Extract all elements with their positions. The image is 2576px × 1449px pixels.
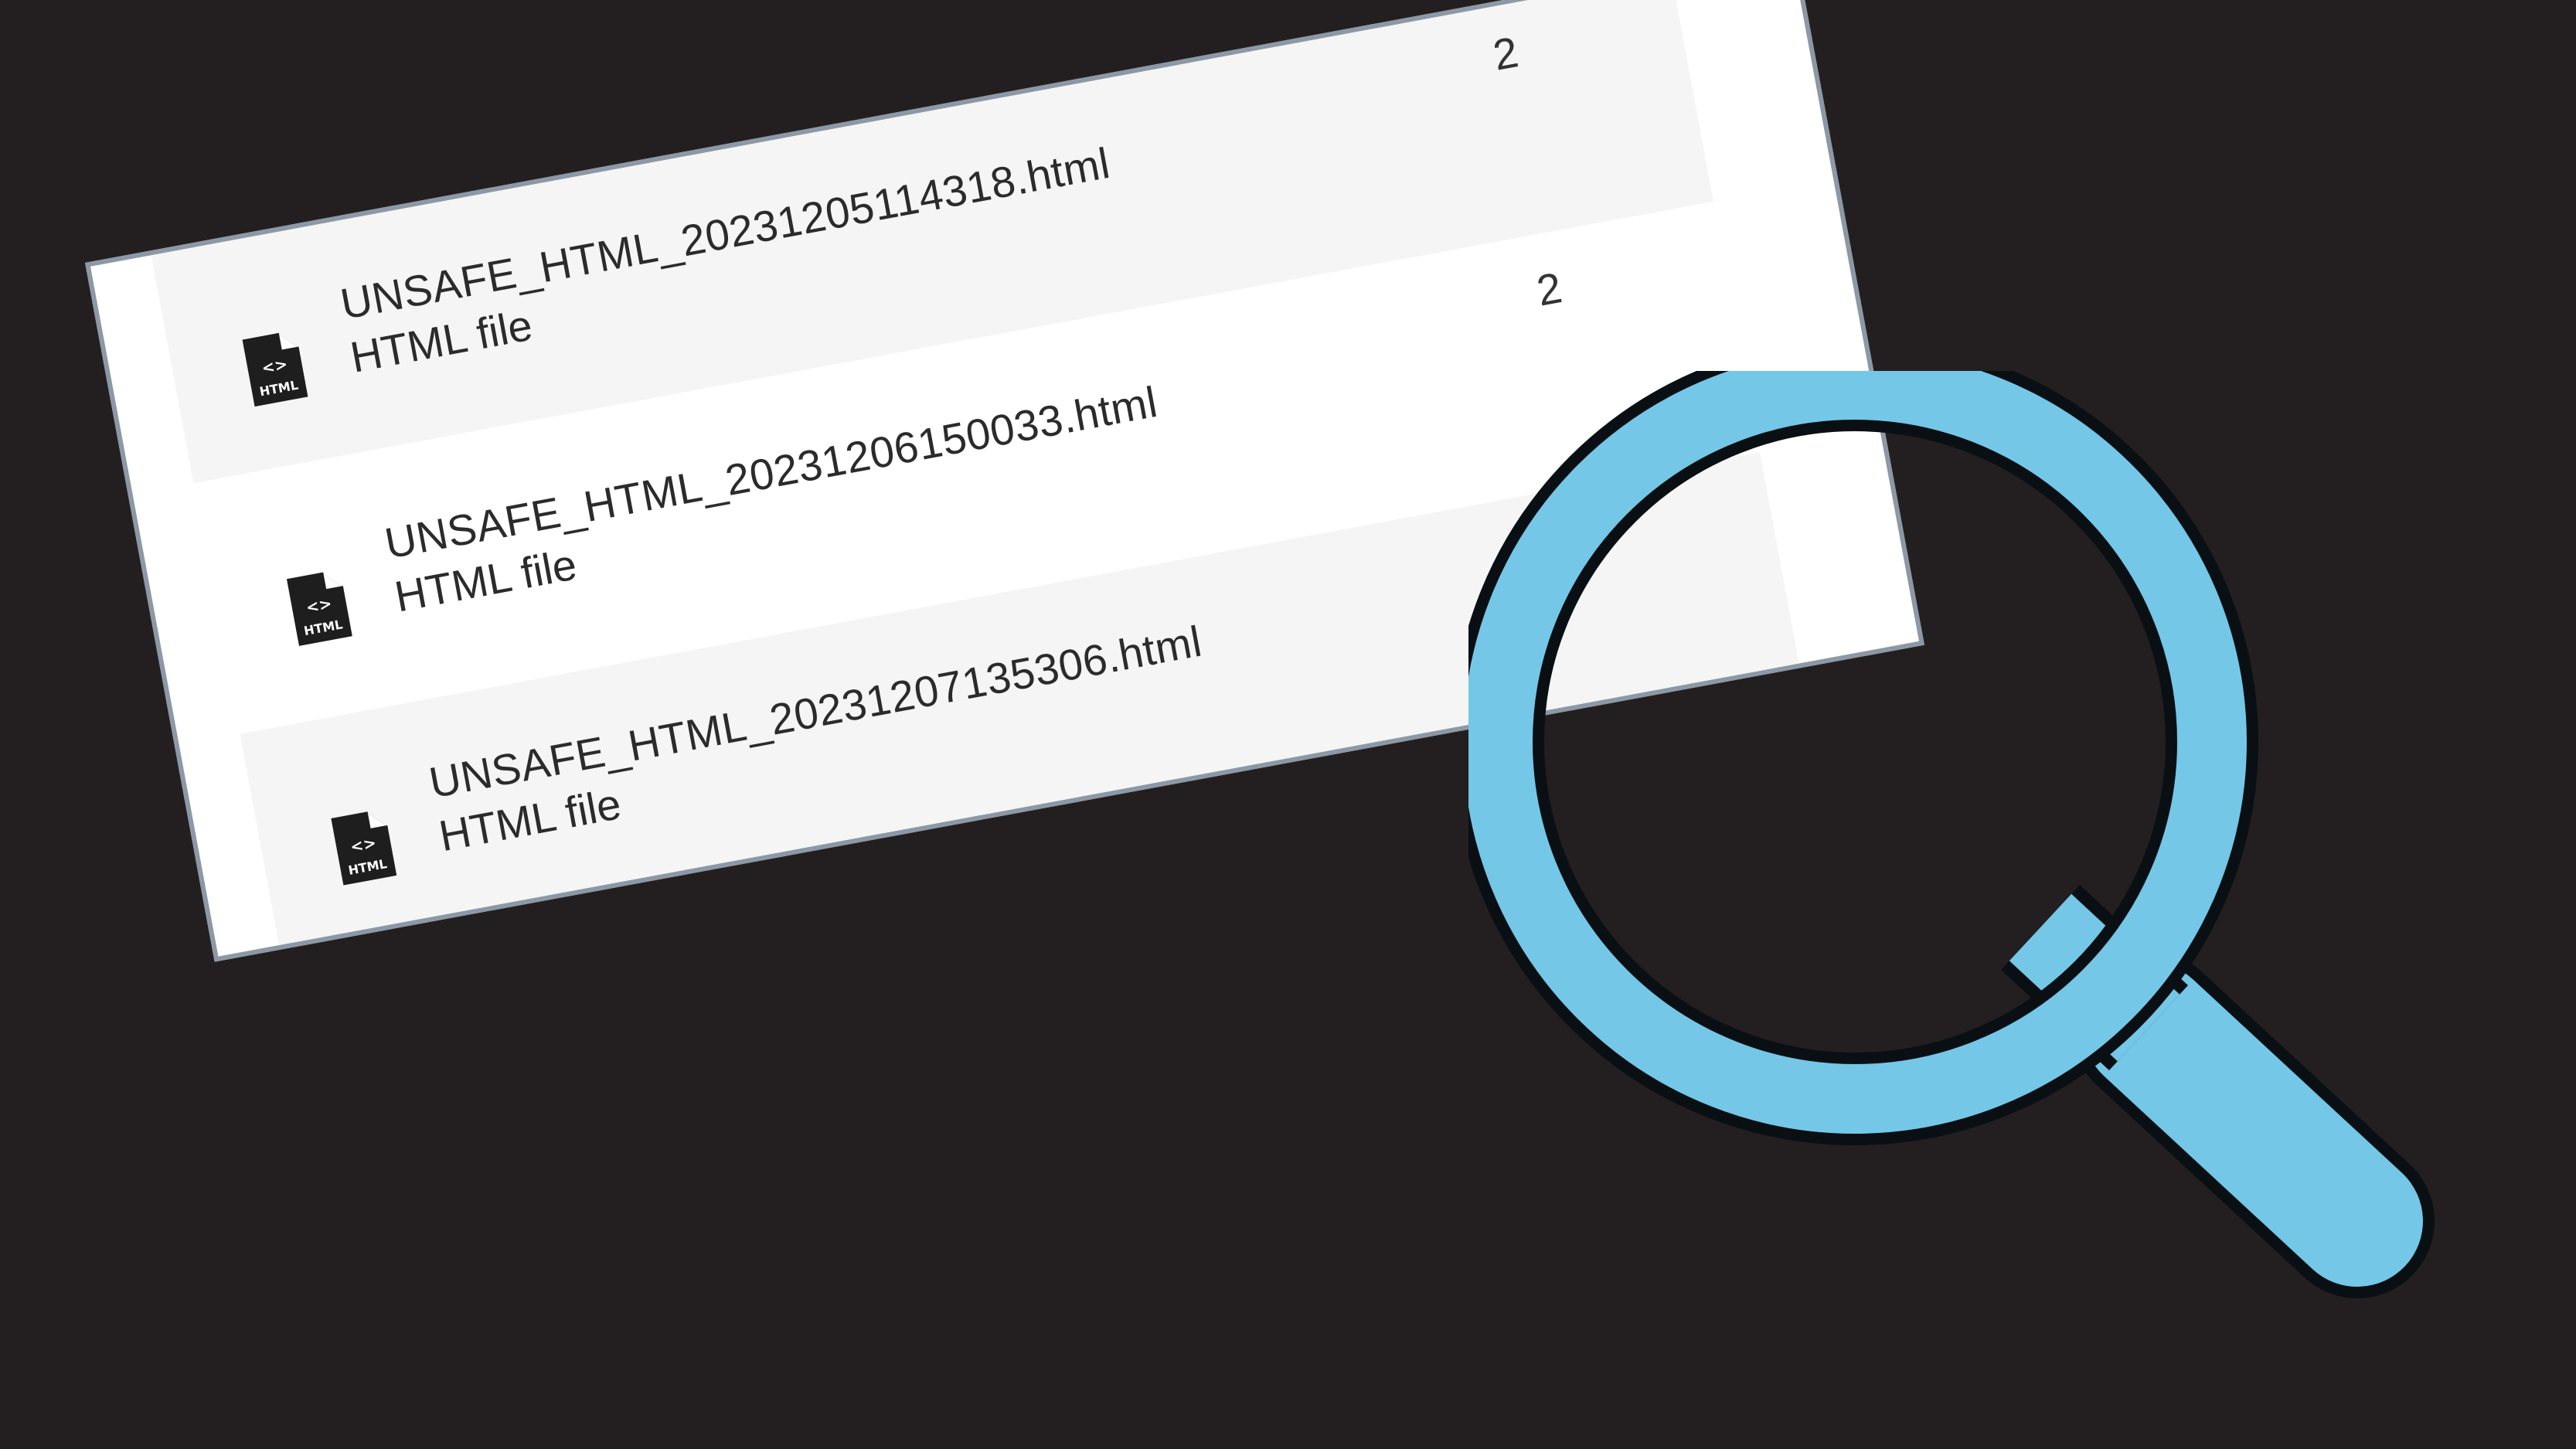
count-value: 2 (1489, 27, 1523, 80)
html-file-icon: <> HTML (242, 332, 308, 407)
magnifying-glass-icon (1468, 371, 2435, 1298)
html-file-icon: <> HTML (286, 572, 352, 646)
file-name[interactable]: UNSAFE_HTML_20231205114318.html (336, 138, 1114, 329)
screenshot-stage: <> HTML UNSAFE_HTML_20231205114318.html … (0, 0, 2576, 1449)
html-file-icon: <> HTML (331, 811, 397, 886)
count-value: 2 (1533, 263, 1566, 315)
